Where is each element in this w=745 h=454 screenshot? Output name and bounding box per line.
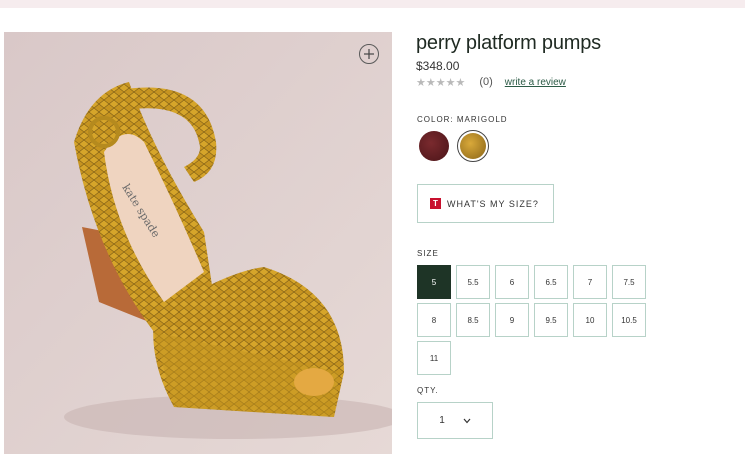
size-grid: 5 5.5 6 6.5 7 7.5 8 8.5 9 9.5 10 10.5 11 bbox=[417, 265, 657, 375]
swatch-marigold[interactable] bbox=[457, 130, 489, 162]
chevron-down-icon bbox=[463, 418, 471, 424]
size-option[interactable]: 7 bbox=[573, 265, 607, 299]
shoe-photo: kate spade bbox=[4, 32, 392, 454]
product-price: $348.00 bbox=[416, 59, 460, 73]
size-option[interactable]: 9 bbox=[495, 303, 529, 337]
size-option[interactable]: 10.5 bbox=[612, 303, 646, 337]
rating-row: ★★★★★ (0) write a review bbox=[416, 75, 736, 89]
swatch-oxblood-fill bbox=[419, 131, 449, 161]
zoom-button[interactable] bbox=[359, 44, 379, 64]
product-image[interactable]: kate spade bbox=[4, 32, 392, 454]
top-banner-strip bbox=[0, 0, 745, 8]
size-option[interactable]: 7.5 bbox=[612, 265, 646, 299]
size-option[interactable]: 6 bbox=[495, 265, 529, 299]
size-option[interactable]: 5.5 bbox=[456, 265, 490, 299]
true-fit-icon: T bbox=[430, 198, 441, 209]
qty-label: QTY. bbox=[417, 386, 439, 395]
size-option[interactable]: 6.5 bbox=[534, 265, 568, 299]
size-option[interactable]: 11 bbox=[417, 341, 451, 375]
size-option[interactable]: 9.5 bbox=[534, 303, 568, 337]
rating-stars-icon: ★★★★★ bbox=[416, 76, 466, 89]
whats-my-size-button[interactable]: T WHAT'S MY SIZE? bbox=[417, 184, 554, 223]
size-option[interactable]: 5 bbox=[417, 265, 451, 299]
color-label: COLOR: MARIGOLD bbox=[417, 115, 508, 124]
size-option[interactable]: 10 bbox=[573, 303, 607, 337]
product-title: perry platform pumps bbox=[416, 32, 601, 54]
size-label: SIZE bbox=[417, 249, 439, 258]
plus-icon bbox=[364, 49, 374, 59]
size-option[interactable]: 8 bbox=[417, 303, 451, 337]
write-review-link[interactable]: write a review bbox=[505, 77, 566, 88]
size-option[interactable]: 8.5 bbox=[456, 303, 490, 337]
quantity-select[interactable]: 1 bbox=[417, 402, 493, 439]
review-count: (0) bbox=[479, 76, 493, 88]
product-info: perry platform pumps $348.00 ★★★★★ (0) w… bbox=[416, 30, 736, 89]
swatch-marigold-fill bbox=[460, 133, 486, 159]
quantity-value: 1 bbox=[439, 415, 445, 426]
swatch-oxblood[interactable] bbox=[419, 131, 449, 161]
whats-my-size-label: WHAT'S MY SIZE? bbox=[447, 198, 539, 209]
